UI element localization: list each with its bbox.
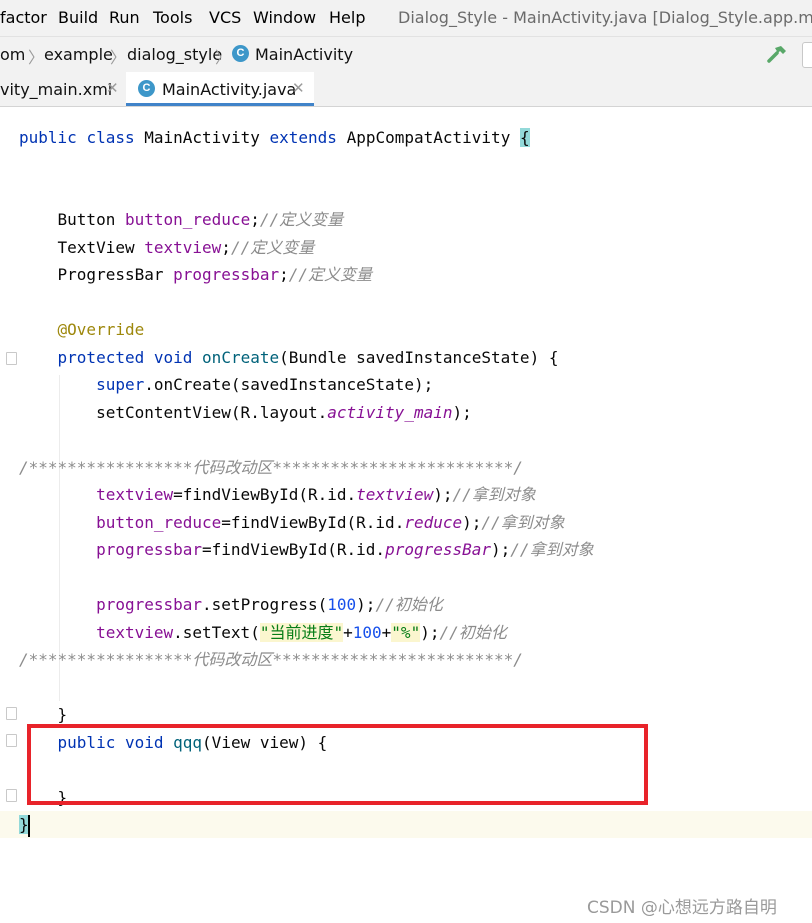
- code-line: textview.setText("当前进度"+100+"%");//初始化: [96, 623, 507, 642]
- breadcrumb: om 〉 example 〉 dialog_style 〉 C MainActi…: [0, 36, 812, 73]
- code-line: progressbar=findViewById(R.id.progressBa…: [96, 540, 594, 559]
- text-caret: [28, 815, 30, 837]
- window-title: Dialog_Style - MainActivity.java [Dialog…: [398, 8, 812, 27]
- close-icon[interactable]: ✕: [292, 79, 305, 97]
- code-line: /*****************代码改动区*****************…: [19, 458, 523, 477]
- code-line: Button button_reduce;//定义变量: [57, 210, 344, 229]
- brace-match: {: [519, 128, 530, 147]
- code-line: super.onCreate(savedInstanceState);: [96, 375, 434, 394]
- code-line: protected void onCreate(Bundle savedInst…: [57, 348, 559, 367]
- current-line-highlight: [0, 811, 812, 838]
- breadcrumb-item-dialog-style[interactable]: dialog_style: [127, 45, 222, 64]
- tab-label: MainActivity.java: [162, 80, 297, 99]
- chevron-right-icon: 〉: [28, 48, 45, 67]
- java-class-icon: C: [138, 80, 155, 97]
- menu-window[interactable]: Window: [253, 8, 316, 27]
- code-line: setContentView(R.layout.activity_main);: [96, 403, 472, 422]
- tab-mainactivity-java[interactable]: C MainActivity.java ✕: [126, 72, 314, 106]
- menu-run[interactable]: Run: [109, 8, 140, 27]
- code-line: @Override: [57, 320, 145, 339]
- menu-refactor[interactable]: factor: [0, 8, 47, 27]
- tab-activity-main-xml[interactable]: vity_main.xml ✕: [0, 72, 124, 106]
- menu-bar: factor Build Run Tools VCS Window Help D…: [0, 0, 812, 36]
- run-config-dropdown[interactable]: [802, 42, 812, 68]
- code-line: public class MainActivity extends AppCom…: [19, 128, 530, 147]
- menu-build[interactable]: Build: [58, 8, 98, 27]
- java-class-icon: C: [232, 45, 249, 62]
- annotation-highlight-box: [27, 724, 648, 805]
- chevron-right-icon: 〉: [215, 48, 232, 67]
- breadcrumb-item-example[interactable]: example: [44, 45, 113, 64]
- menu-help[interactable]: Help: [329, 8, 365, 27]
- close-icon[interactable]: ✕: [106, 79, 119, 97]
- fold-marker-icon[interactable]: [6, 734, 17, 747]
- chevron-right-icon: 〉: [110, 48, 127, 67]
- watermark: CSDN @心想远方路自明: [587, 898, 777, 918]
- fold-marker-icon[interactable]: [6, 707, 17, 720]
- code-line: TextView textview;//定义变量: [57, 238, 315, 257]
- code-line: button_reduce=findViewById(R.id.reduce);…: [96, 513, 565, 532]
- build-hammer-icon[interactable]: [766, 44, 788, 64]
- code-line: /*****************代码改动区*****************…: [19, 650, 523, 669]
- editor-tab-bar: vity_main.xml ✕ C MainActivity.java ✕: [0, 72, 812, 107]
- fold-marker-icon[interactable]: [6, 789, 17, 802]
- fold-marker-icon[interactable]: [6, 352, 17, 365]
- menu-vcs[interactable]: VCS: [209, 8, 241, 27]
- breadcrumb-item-mainactivity[interactable]: MainActivity: [255, 45, 353, 64]
- breadcrumb-item-com[interactable]: om: [0, 45, 25, 64]
- code-line: progressbar.setProgress(100);//初始化: [96, 595, 443, 614]
- tab-label: vity_main.xml: [0, 80, 113, 99]
- menu-tools[interactable]: Tools: [153, 8, 192, 27]
- code-line: textview=findViewById(R.id.textview);//拿…: [96, 485, 536, 504]
- code-line: ProgressBar progressbar;//定义变量: [57, 265, 373, 284]
